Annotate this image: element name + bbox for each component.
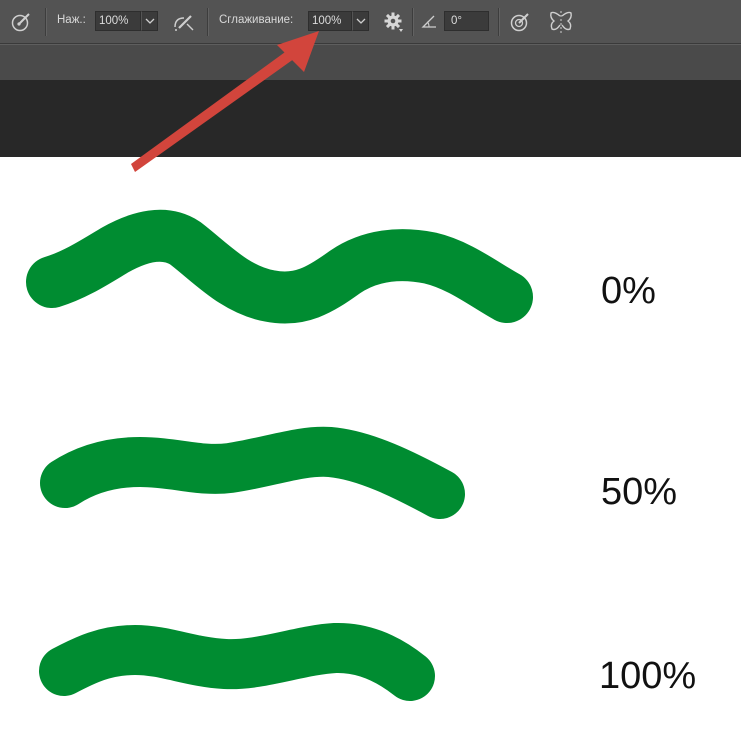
brush-stroke-50-percent: [40, 426, 465, 519]
smoothing-sample-label-100: 100%: [599, 655, 697, 697]
brush-stroke-0-percent: [26, 209, 533, 324]
annotation-arrow: [131, 31, 319, 172]
canvas-drawing: [26, 31, 533, 701]
brush-stroke-100-percent: [39, 622, 435, 701]
smoothing-sample-label-0: 0%: [601, 270, 656, 312]
smoothing-sample-label-50: 50%: [601, 471, 678, 513]
